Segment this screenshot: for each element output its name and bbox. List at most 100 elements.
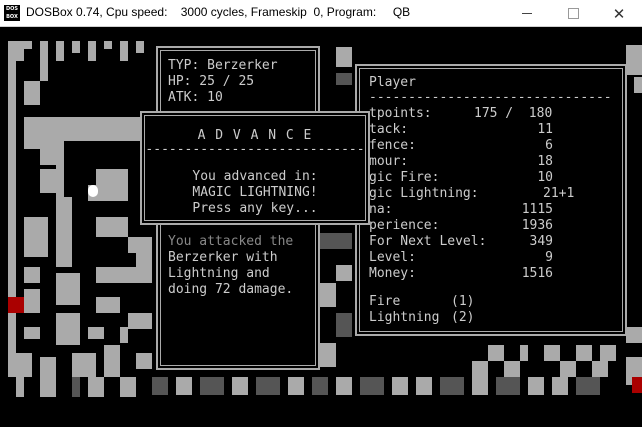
stat-label: tack:	[369, 122, 409, 137]
wall-tile	[16, 377, 24, 397]
wall-tile	[200, 377, 224, 395]
wall-tile	[8, 353, 32, 377]
advance-dialog[interactable]: A D V A N C E --------------------------…	[140, 111, 370, 225]
enemy-atk: ATK: 10	[168, 90, 223, 105]
wall-tile	[16, 41, 24, 61]
wall-tile	[152, 377, 168, 395]
stat-value: 175 / 180	[474, 106, 553, 121]
stat-label: fence:	[369, 138, 416, 153]
wall-tile	[24, 217, 48, 257]
spell-name: Fire	[369, 294, 401, 309]
wall-tile	[72, 353, 96, 377]
wall-tile	[104, 345, 120, 377]
wall-tile	[56, 41, 64, 61]
stat-label: na:	[369, 202, 393, 217]
wall-tile	[88, 377, 104, 397]
wall-tile	[40, 117, 56, 165]
maximize-button[interactable]	[550, 0, 596, 27]
wall-tile	[288, 377, 304, 395]
wall-tile	[24, 41, 32, 49]
combat-log-line-2: Berzerker with	[168, 250, 278, 265]
wall-tile	[528, 377, 544, 395]
window-titlebar: DOS BOX DOSBox 0.74, Cpu speed: 3000 cyc…	[0, 0, 642, 27]
enemy-type: TYP: Berzerker	[168, 58, 278, 73]
wall-tile	[96, 297, 120, 313]
wall-tile	[40, 41, 48, 81]
wall-tile	[472, 377, 488, 395]
wall-tile	[96, 169, 128, 185]
stat-value: 21+1	[543, 186, 575, 201]
minimize-icon	[522, 13, 532, 14]
wall-tile	[40, 169, 64, 193]
wall-tile	[336, 377, 352, 395]
combat-log-line-1: You attacked the	[168, 234, 294, 249]
wall-tile	[600, 345, 616, 361]
wall-tile	[336, 73, 352, 85]
wall-tile	[472, 361, 488, 377]
wall-tile	[232, 377, 248, 395]
stat-value: 11	[537, 122, 553, 137]
wall-tile	[416, 377, 432, 395]
wall-tile	[56, 273, 80, 305]
wall-tile	[504, 361, 520, 377]
wall-tile	[336, 265, 352, 281]
close-button[interactable]: ✕	[596, 0, 642, 27]
wall-tile	[626, 327, 642, 343]
wall-tile	[120, 41, 128, 61]
wall-tile	[24, 327, 40, 339]
wall-tile	[24, 267, 40, 283]
wall-tile	[552, 377, 568, 395]
wall-tile	[88, 41, 96, 61]
minimize-button[interactable]	[504, 0, 550, 27]
wall-tile	[544, 345, 560, 361]
dosbox-icon[interactable]: DOS BOX	[4, 5, 20, 21]
dialog-line-2: MAGIC LIGHTNING!	[192, 185, 318, 200]
wall-tile	[440, 377, 464, 395]
player-panel: Player ------------------------------- t…	[355, 64, 627, 336]
stat-label: mour:	[369, 154, 409, 169]
wall-tile	[336, 313, 352, 337]
stat-value: 18	[537, 154, 553, 169]
spell-key: (2)	[451, 310, 475, 325]
enemy-hp: HP: 25 / 25	[168, 74, 255, 89]
wall-tile	[336, 47, 352, 67]
game-screen[interactable]: TYP: Berzerker HP: 25 / 25 ATK: 10 You a…	[0, 27, 642, 427]
wall-tile	[96, 217, 128, 237]
wall-tile	[88, 327, 104, 339]
wall-tile	[626, 45, 642, 75]
close-icon: ✕	[612, 4, 626, 23]
dialog-line-1: You advanced in:	[192, 169, 318, 184]
stat-value: 9	[545, 250, 553, 265]
wall-tile	[360, 377, 384, 395]
wall-tile	[136, 41, 144, 53]
wall-tile	[120, 327, 128, 343]
stat-value: 1115	[521, 202, 553, 217]
combat-log-line-3: Lightning and	[168, 266, 270, 281]
wall-tile	[488, 345, 504, 361]
wall-tile	[392, 377, 408, 395]
wall-tile	[312, 377, 328, 395]
player-panel-title: Player	[369, 75, 416, 90]
wall-tile	[496, 377, 520, 395]
wall-tile	[56, 197, 72, 267]
wall-tile	[136, 353, 152, 369]
wall-tile	[592, 361, 608, 377]
stat-label: gic Fire:	[369, 170, 440, 185]
wall-tile	[24, 81, 40, 105]
wall-tile	[104, 41, 112, 49]
wall-tile	[256, 377, 280, 395]
wall-tile	[40, 377, 56, 397]
wall-tile	[136, 247, 152, 283]
stat-value: 6	[545, 138, 553, 153]
wall-tile	[520, 345, 528, 361]
wall-tile	[320, 343, 336, 367]
stat-value: 1516	[521, 266, 553, 281]
wall-tile	[320, 283, 336, 307]
wall-tile	[128, 313, 152, 329]
wall-tile	[576, 377, 600, 395]
stat-label: perience:	[369, 218, 440, 233]
player-avatar	[88, 185, 98, 197]
dialog-line-3: Press any key...	[192, 201, 318, 216]
wall-tile	[56, 313, 80, 345]
stat-label: gic Lightning:	[369, 186, 479, 201]
